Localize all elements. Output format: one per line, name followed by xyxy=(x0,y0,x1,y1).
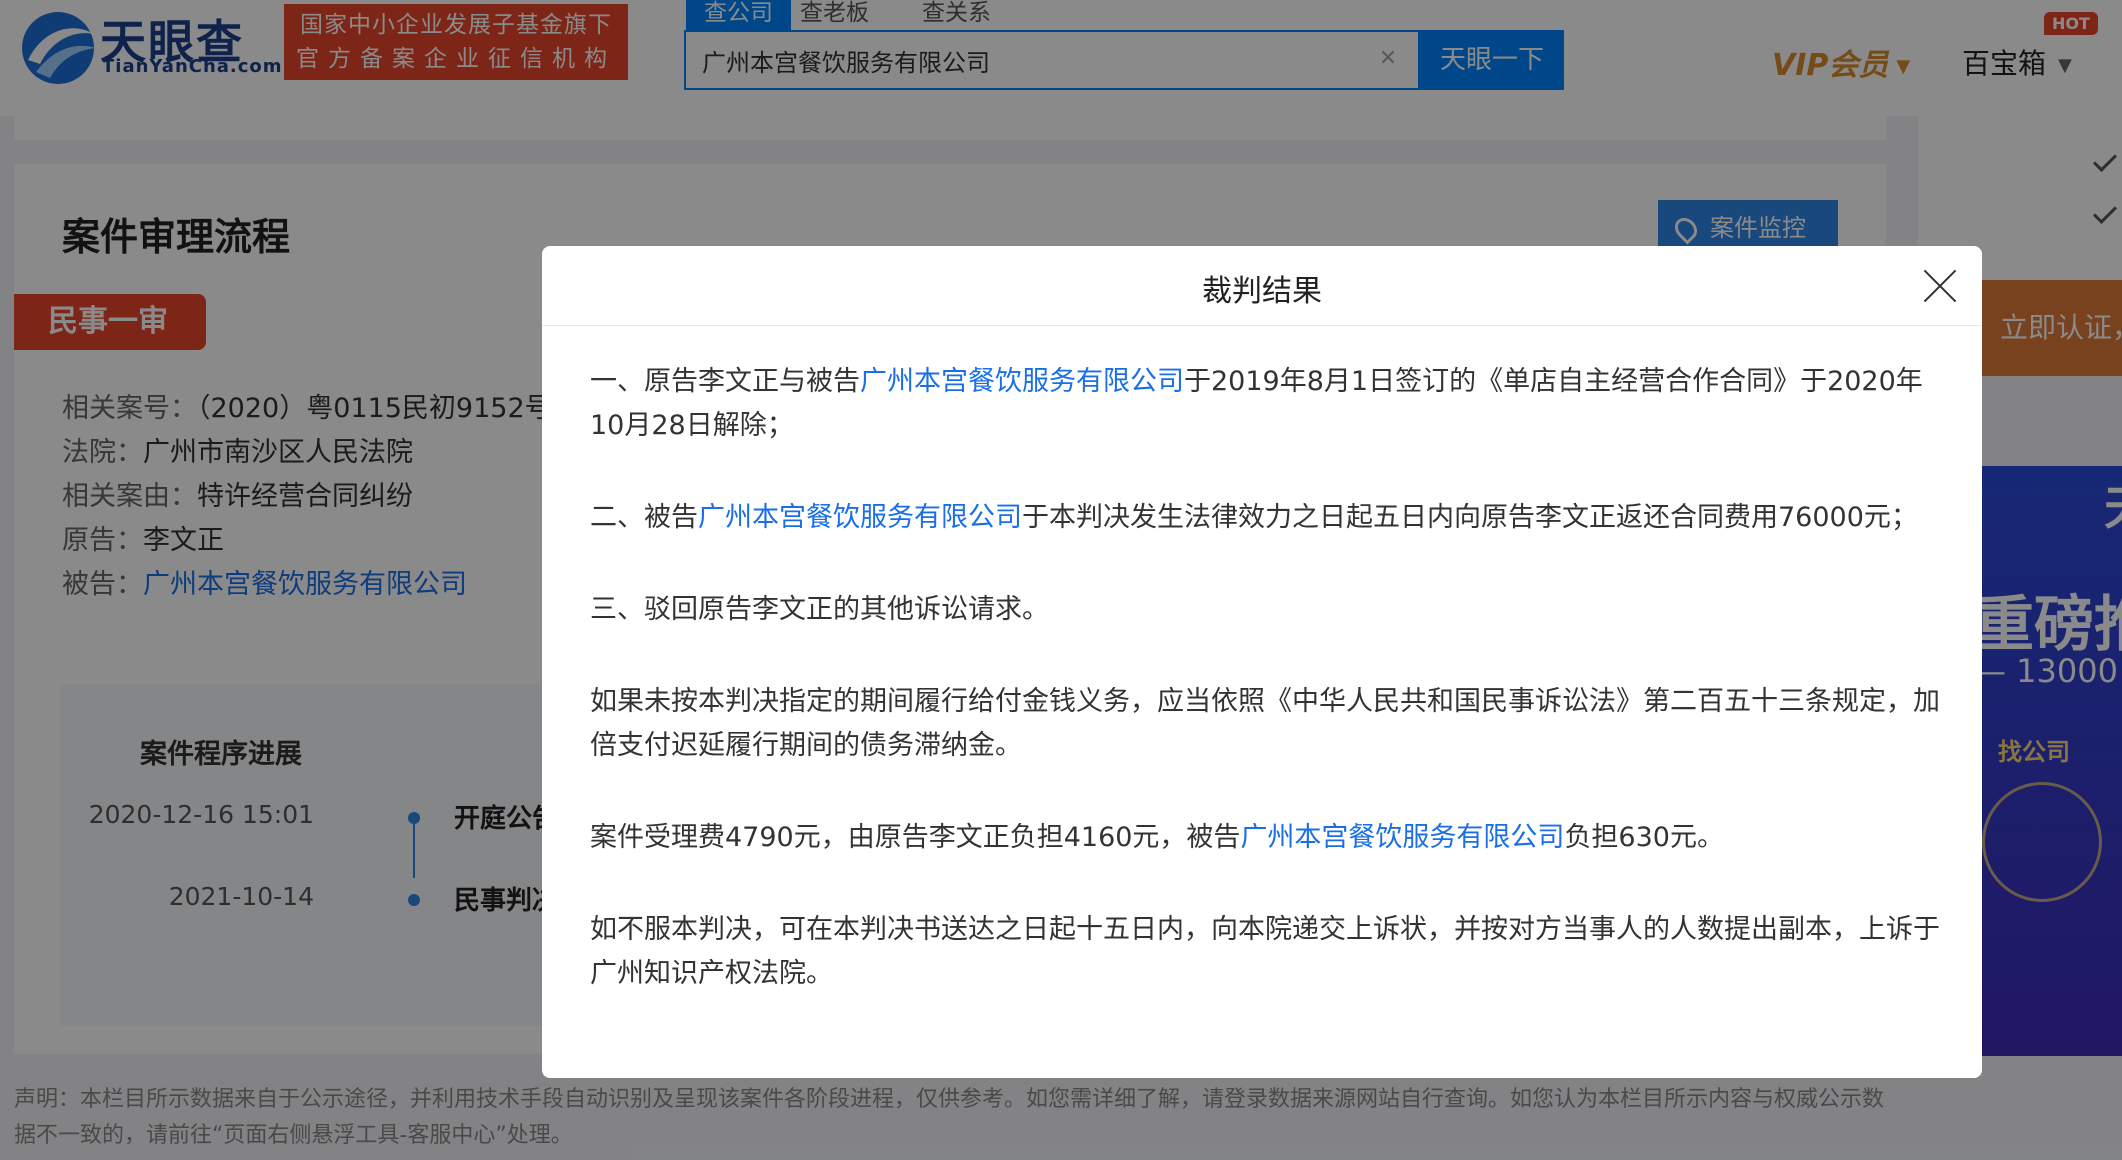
judgment-text: 二、被告 xyxy=(590,502,698,533)
judgment-text: 一、原告李文正与被告 xyxy=(590,366,860,397)
judgment-result-modal: 裁判结果 一、原告李文正与被告广州本宫餐饮服务有限公司于2019年8月1日签订的… xyxy=(542,246,1982,1078)
judgment-text: 负担630元。 xyxy=(1564,822,1724,853)
modal-title: 裁判结果 xyxy=(1202,274,1322,309)
modal-header: 裁判结果 xyxy=(542,246,1982,326)
close-icon[interactable] xyxy=(1920,266,1960,306)
judgment-text: 案件受理费4790元，由原告李文正负担4160元，被告 xyxy=(590,822,1241,853)
judgment-appeal: 如不服本判决，可在本判决书送达之日起十五日内，向本院递交上诉状，并按对方当事人的… xyxy=(590,914,1940,989)
judgment-note: 如果未按本判决指定的期间履行给付金钱义务，应当依照《中华人民共和国民事诉讼法》第… xyxy=(590,686,1940,761)
judgment-item-1: 一、原告李文正与被告广州本宫餐饮服务有限公司于2019年8月1日签订的《单店自主… xyxy=(590,360,1940,448)
judgment-item-3: 三、驳回原告李文正的其他诉讼请求。 xyxy=(590,594,1049,625)
company-link[interactable]: 广州本宫餐饮服务有限公司 xyxy=(1240,822,1564,853)
judgment-fee: 案件受理费4790元，由原告李文正负担4160元，被告广州本宫餐饮服务有限公司负… xyxy=(590,816,1940,860)
judgment-item-2: 二、被告广州本宫餐饮服务有限公司于本判决发生法律效力之日起五日内向原告李文正返还… xyxy=(590,496,1940,540)
company-link[interactable]: 广州本宫餐饮服务有限公司 xyxy=(698,502,1022,533)
modal-body: 一、原告李文正与被告广州本宫餐饮服务有限公司于2019年8月1日签订的《单店自主… xyxy=(590,360,1940,1044)
judgment-text: 于本判决发生法律效力之日起五日内向原告李文正返还合同费用76000元； xyxy=(1022,502,1918,533)
company-link[interactable]: 广州本宫餐饮服务有限公司 xyxy=(860,366,1184,397)
